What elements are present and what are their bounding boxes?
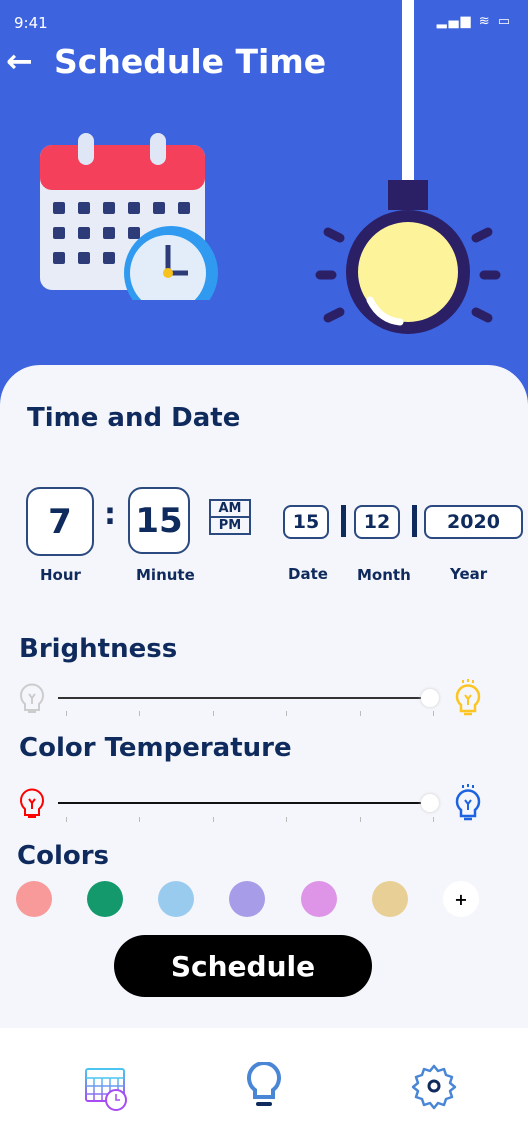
page-title: Schedule Time [54,42,327,81]
hour-label: Hour [40,566,81,584]
temperature-ticks [66,817,434,822]
bulb-warm-icon [20,788,44,818]
ampm-toggle[interactable]: AM PM [209,499,251,535]
color-swatch[interactable] [229,881,266,917]
month-divider [412,505,417,537]
color-swatch[interactable] [158,881,195,917]
color-swatch[interactable] [87,881,124,917]
month-input[interactable]: 12 [354,505,400,539]
year-label: Year [450,565,488,583]
hour-input[interactable]: 7 [26,487,94,556]
bulb-cool-icon [455,784,481,821]
month-label: Month [357,566,411,584]
am-option[interactable]: AM [211,501,249,518]
nav-settings-icon[interactable] [410,1062,458,1110]
nav-schedule-icon[interactable] [84,1066,130,1112]
lightbulb-illustration [315,0,501,334]
minute-label: Minute [136,566,195,584]
bulb-dim-icon [20,683,44,713]
color-temperature-title: Color Temperature [19,733,292,763]
temperature-slider-track[interactable] [58,802,423,804]
date-divider [341,505,346,537]
brightness-ticks [66,711,434,716]
color-swatch[interactable] [371,881,408,917]
year-input[interactable]: 2020 [424,505,523,539]
bulb-bright-icon [455,679,481,716]
add-color-button[interactable]: + [442,881,479,917]
brightness-slider-track[interactable] [58,697,423,699]
color-swatch[interactable] [16,881,52,917]
color-swatch[interactable] [300,881,337,917]
colors-title: Colors [17,841,110,871]
color-swatches: + [16,881,479,917]
temperature-slider-thumb[interactable] [421,794,439,812]
back-button[interactable]: ← [6,42,33,80]
schedule-button[interactable]: Schedule [114,935,372,997]
minute-input[interactable]: 15 [128,487,190,554]
status-time: 9:41 [14,14,48,32]
pm-option[interactable]: PM [211,518,249,533]
brightness-slider-thumb[interactable] [421,689,439,707]
calendar-clock-illustration [40,133,218,300]
date-label: Date [288,565,328,583]
brightness-title: Brightness [19,634,178,664]
time-separator: : [104,497,116,532]
nav-bulb-icon[interactable] [244,1062,284,1110]
section-title: Time and Date [27,403,241,433]
date-input[interactable]: 15 [283,505,329,539]
